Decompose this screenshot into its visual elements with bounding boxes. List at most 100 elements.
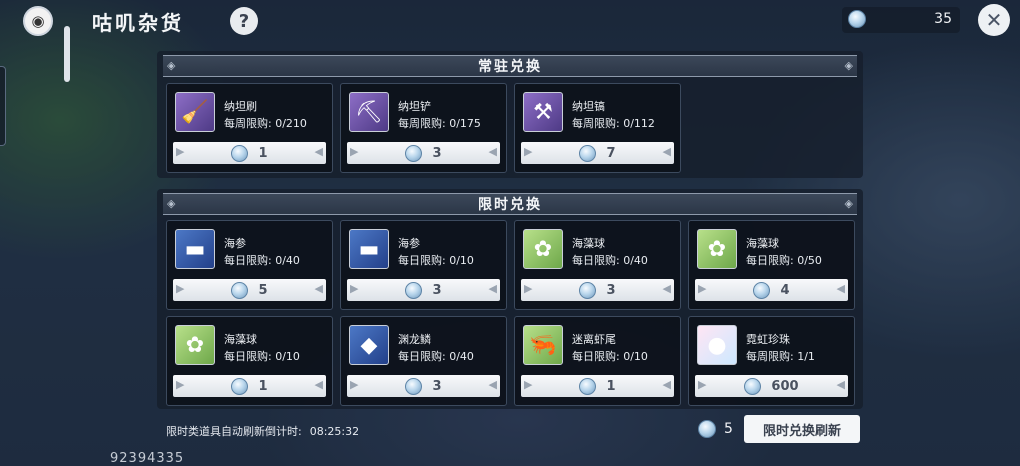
item-price: 1 xyxy=(606,378,616,394)
chevron-left-icon: ◀ xyxy=(662,145,671,158)
chevron-right-icon: ▶ xyxy=(350,282,359,295)
shop-item-card[interactable]: ▬ 海参 每日限购: 0/10 ▶ 3 ◀ xyxy=(340,220,507,310)
chevron-right-icon: ▶ xyxy=(698,282,707,295)
chevron-right-icon: ▶ xyxy=(176,282,185,295)
chevron-right-icon: ▶ xyxy=(176,378,185,391)
limited-refresh-button[interactable]: 限时兑换刷新 xyxy=(744,415,860,443)
chevron-right-icon: ▶ xyxy=(698,378,707,391)
coin-icon xyxy=(579,144,597,162)
ornament-icon: ◈ xyxy=(167,59,176,72)
shop-item-card[interactable]: ✿ 海藻球 每日限购: 0/10 ▶ 1 ◀ xyxy=(166,316,333,406)
shop-item-card[interactable]: ◆ 渊龙鳞 每日限购: 0/40 ▶ 3 ◀ xyxy=(340,316,507,406)
coin-icon xyxy=(579,281,597,299)
item-price: 5 xyxy=(258,282,268,298)
buy-button[interactable]: ▶ 600 ◀ xyxy=(695,375,848,397)
item-limit: 每周限购: 0/175 xyxy=(398,117,481,130)
item-price: 600 xyxy=(771,378,799,394)
ornament-icon: ◈ xyxy=(844,197,853,210)
item-price: 7 xyxy=(606,145,616,161)
buy-button[interactable]: ▶ 1 ◀ xyxy=(173,375,326,397)
coin-icon xyxy=(753,281,771,299)
refresh-countdown: 限时类道具自动刷新倒计时: 08:25:32 xyxy=(166,423,359,439)
refresh-cost-value: 5 xyxy=(724,421,733,437)
buy-button[interactable]: ▶ 1 ◀ xyxy=(521,375,674,397)
item-limit: 每周限购: 0/210 xyxy=(224,117,307,130)
section-title: 常驻兑换 xyxy=(478,59,542,75)
coin-icon xyxy=(231,144,249,162)
shop-item-card[interactable]: ✿ 海藻球 每日限购: 0/40 ▶ 3 ◀ xyxy=(514,220,681,310)
item-name: 海藻球 xyxy=(572,237,605,250)
section-header: ◈ 常驻兑换 ◈ xyxy=(163,55,857,77)
item-price: 3 xyxy=(432,282,442,298)
side-tab[interactable] xyxy=(0,66,6,146)
shop-item-card[interactable]: 🧹 纳坦刷 每周限购: 0/210 ▶ 1 ◀ xyxy=(166,83,333,173)
item-name: 海藻球 xyxy=(746,237,779,250)
item-limit: 每日限购: 0/10 xyxy=(398,254,474,267)
avatar[interactable]: ◉ xyxy=(23,6,53,36)
sea-cucumber-icon: ▬ xyxy=(175,229,215,269)
chevron-right-icon: ▶ xyxy=(350,378,359,391)
refresh-cost: 5 xyxy=(698,420,733,438)
currency-count: 35 xyxy=(934,11,952,27)
buy-button[interactable]: ▶ 4 ◀ xyxy=(695,279,848,301)
ornament-icon: ◈ xyxy=(167,197,176,210)
chevron-left-icon: ◀ xyxy=(836,282,845,295)
shop-item-card[interactable]: ⛏ 纳坦铲 每周限购: 0/175 ▶ 3 ◀ xyxy=(340,83,507,173)
item-name: 纳坦刷 xyxy=(224,100,257,113)
scroll-handle[interactable] xyxy=(64,26,70,82)
item-price: 3 xyxy=(432,378,442,394)
item-price: 1 xyxy=(258,378,268,394)
page-title: 咕叽杂货 xyxy=(92,11,184,35)
item-name: 海参 xyxy=(224,237,246,250)
seaweed-ball-icon: ✿ xyxy=(175,325,215,365)
close-button[interactable]: ✕ xyxy=(978,4,1010,36)
chevron-left-icon: ◀ xyxy=(488,378,497,391)
coin-icon xyxy=(231,377,249,395)
coin-icon xyxy=(848,10,866,28)
buy-button[interactable]: ▶ 3 ◀ xyxy=(521,279,674,301)
item-limit: 每日限购: 0/40 xyxy=(572,254,648,267)
chevron-right-icon: ▶ xyxy=(524,282,533,295)
countdown-time: 08:25:32 xyxy=(309,425,360,438)
item-name: 海藻球 xyxy=(224,333,257,346)
buy-button[interactable]: ▶ 3 ◀ xyxy=(347,279,500,301)
limited-exchange-section: ◈ 限时兑换 ◈ ▬ 海参 每日限购: 0/40 ▶ 5 ◀ ▬ 海参 每日限购… xyxy=(157,189,863,409)
item-price: 3 xyxy=(432,145,442,161)
item-limit: 每日限购: 0/40 xyxy=(224,254,300,267)
item-name: 海参 xyxy=(398,237,420,250)
shop-item-card[interactable]: ✿ 海藻球 每日限购: 0/50 ▶ 4 ◀ xyxy=(688,220,855,310)
item-limit: 每日限购: 0/10 xyxy=(224,350,300,363)
chevron-right-icon: ▶ xyxy=(524,378,533,391)
seaweed-ball-icon: ✿ xyxy=(697,229,737,269)
shop-item-card[interactable]: ⚒ 纳坦镐 每周限购: 0/112 ▶ 7 ◀ xyxy=(514,83,681,173)
item-name: 渊龙鳞 xyxy=(398,333,431,346)
shop-item-card[interactable]: ▬ 海参 每日限购: 0/40 ▶ 5 ◀ xyxy=(166,220,333,310)
chevron-left-icon: ◀ xyxy=(488,282,497,295)
chevron-left-icon: ◀ xyxy=(314,282,323,295)
coin-icon xyxy=(405,281,423,299)
rainbow-pearl-icon: ● xyxy=(697,325,737,365)
ornament-icon: ◈ xyxy=(844,59,853,72)
buy-button[interactable]: ▶ 3 ◀ xyxy=(347,375,500,397)
player-id: 92394335 xyxy=(110,451,185,466)
buy-button[interactable]: ▶ 1 ◀ xyxy=(173,142,326,164)
shop-item-card[interactable]: 🦐 迷离虾尾 每日限购: 0/10 ▶ 1 ◀ xyxy=(514,316,681,406)
item-limit: 每日限购: 0/40 xyxy=(398,350,474,363)
chevron-right-icon: ▶ xyxy=(524,145,533,158)
chevron-left-icon: ◀ xyxy=(662,378,671,391)
chevron-left-icon: ◀ xyxy=(488,145,497,158)
buy-button[interactable]: ▶ 5 ◀ xyxy=(173,279,326,301)
shop-item-card[interactable]: ● 霓虹珍珠 每周限购: 1/1 ▶ 600 ◀ xyxy=(688,316,855,406)
item-name: 霓虹珍珠 xyxy=(746,333,790,346)
buy-button[interactable]: ▶ 7 ◀ xyxy=(521,142,674,164)
shrimp-tail-icon: 🦐 xyxy=(523,325,563,365)
item-limit: 每日限购: 0/10 xyxy=(572,350,648,363)
coin-icon xyxy=(231,281,249,299)
item-limit: 每周限购: 1/1 xyxy=(746,350,815,363)
item-price: 4 xyxy=(780,282,790,298)
coin-icon xyxy=(698,420,716,438)
help-button[interactable]: ? xyxy=(230,7,258,35)
buy-button[interactable]: ▶ 3 ◀ xyxy=(347,142,500,164)
seaweed-ball-icon: ✿ xyxy=(523,229,563,269)
chevron-left-icon: ◀ xyxy=(314,145,323,158)
